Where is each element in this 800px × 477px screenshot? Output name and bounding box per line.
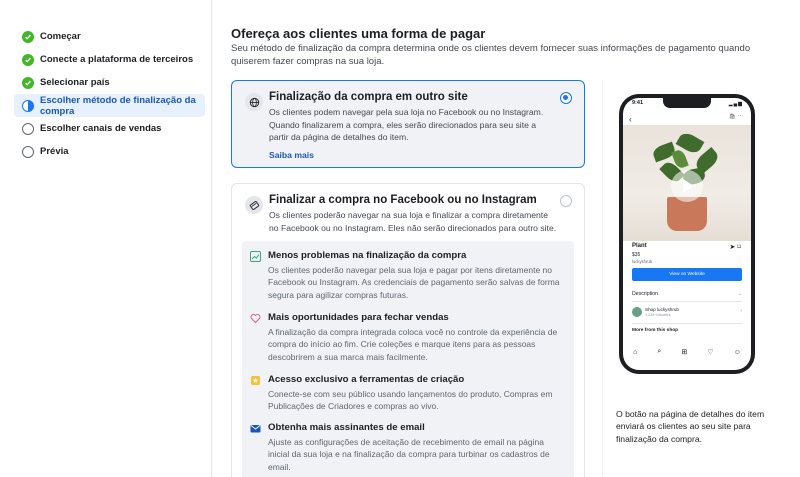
phone-screen: 9:41 ▂▄▆ ‹ 🛍 ⋯ Plant $35 luckyshrub ➤⌑ V… — [623, 98, 751, 370]
benefit-title: Menos problemas na finalização da compra — [268, 250, 467, 261]
more-from-shop: More from this shop — [632, 328, 679, 333]
phone-notch — [663, 98, 711, 108]
step-conecte-plataforma[interactable]: Conecte a plataforma de terceiros — [14, 48, 205, 71]
heart-icon — [250, 314, 261, 324]
product-image — [623, 125, 751, 241]
option-title: Finalizar a compra no Facebook ou no Ins… — [269, 194, 537, 206]
play-icon[interactable] — [671, 170, 703, 202]
option-checkout-facebook-instagram[interactable]: Finalizar a compra no Facebook ou no Ins… — [231, 183, 585, 477]
page-title: Ofereça aos clientes uma forma de pagar — [231, 26, 486, 41]
step-previa[interactable]: Prévia — [14, 140, 205, 163]
shop-avatar — [632, 307, 642, 317]
step-selecionar-pais[interactable]: Selecionar país — [14, 71, 205, 94]
view-on-website-button[interactable]: View on Website — [632, 268, 742, 281]
mail-icon — [250, 425, 261, 433]
status-time: 9:41 — [632, 100, 644, 106]
card-icon — [245, 196, 263, 214]
step-label: Conecte a plataforma de terceiros — [40, 54, 194, 65]
step-label: Começar — [40, 31, 81, 42]
step-comecar[interactable]: Começar — [14, 25, 205, 48]
empty-circle-icon — [22, 122, 34, 135]
description-label: Description — [632, 291, 658, 297]
step-label: Escolher método de finalização da compra — [40, 94, 196, 117]
option-checkout-other-site[interactable]: Finalização da compra em outro site Os c… — [231, 80, 585, 168]
check-icon — [22, 53, 34, 66]
benefit-text: Os clientes poderão navegar pela sua loj… — [268, 265, 560, 300]
half-circle-icon — [22, 99, 34, 112]
cart-icon: 🛍 ⋯ — [728, 114, 743, 120]
option-description: Os clientes poderão navegar na sua loja … — [269, 210, 557, 233]
plant-pot — [667, 197, 707, 231]
phone-nav-bar: ⌂ ⌕ ⊞ ♡ ☺ — [623, 340, 751, 370]
divider — [632, 301, 742, 302]
benefits-panel: Menos problemas na finalização da compra… — [242, 241, 574, 477]
back-icon: ‹ — [629, 115, 632, 124]
step-label: Selecionar país — [40, 77, 110, 88]
step-escolher-metodo[interactable]: Escolher método de finalização da compra — [14, 94, 205, 117]
shop-followers: 1,234 followers — [645, 313, 671, 317]
benefit-text: Conecte-se com seu público usando lançam… — [268, 389, 553, 412]
learn-more-link[interactable]: Saiba mais — [269, 150, 314, 160]
phone-mockup: 9:41 ▂▄▆ ‹ 🛍 ⋯ Plant $35 luckyshrub ➤⌑ V… — [619, 94, 755, 374]
star-badge-icon — [251, 376, 260, 385]
share-save-icons: ➤⌑ — [729, 244, 743, 251]
heart-icon: ♡ — [707, 349, 714, 356]
step-label: Prévia — [40, 146, 69, 157]
home-icon: ⌂ — [633, 348, 638, 356]
benefit-text: A finalização da compra integrada coloca… — [268, 327, 558, 362]
divider — [632, 323, 742, 324]
add-icon: ⊞ — [681, 349, 688, 356]
preview-panel: 9:41 ▂▄▆ ‹ 🛍 ⋯ Plant $35 luckyshrub ➤⌑ V… — [602, 80, 800, 477]
signal-icon: ▂▄▆ — [728, 101, 743, 107]
product-name: Plant — [632, 243, 647, 249]
empty-circle-icon — [22, 145, 34, 158]
benefit-title: Mais oportunidades para fechar vendas — [268, 312, 449, 323]
step-label: Escolher canais de vendas — [40, 123, 162, 134]
option-description: Os clientes podem navegar pela sua loja … — [269, 107, 544, 143]
shop-handle: luckyshrub — [632, 259, 653, 264]
search-icon: ⌕ — [657, 348, 662, 355]
product-price: $35 — [632, 252, 641, 258]
chevron-down-icon: ⌄ — [737, 291, 742, 297]
benefit-text: Ajuste as configurações de aceitação de … — [268, 437, 550, 472]
option-radio-selected[interactable] — [560, 92, 572, 104]
benefit-title: Obtenha mais assinantes de email — [268, 422, 425, 433]
shop-name: Shop luckyshrub — [645, 307, 679, 312]
option-radio[interactable] — [560, 195, 572, 207]
progress-sidebar: Começar Conecte a plataforma de terceiro… — [0, 0, 212, 477]
step-escolher-canais[interactable]: Escolher canais de vendas — [14, 117, 205, 140]
preview-caption: O botão na página de detalhes do item en… — [616, 409, 765, 444]
option-title: Finalização da compra em outro site — [269, 91, 468, 103]
page-subtitle: Seu método de finalização da compra dete… — [231, 43, 751, 67]
benefit-title: Acesso exclusivo a ferramentas de criaçã… — [268, 374, 465, 385]
chart-icon — [250, 251, 261, 262]
profile-icon: ☺ — [733, 348, 741, 356]
globe-icon — [245, 93, 263, 111]
check-icon — [22, 76, 34, 89]
chevron-right-icon: › — [740, 308, 742, 314]
check-icon — [22, 30, 34, 43]
